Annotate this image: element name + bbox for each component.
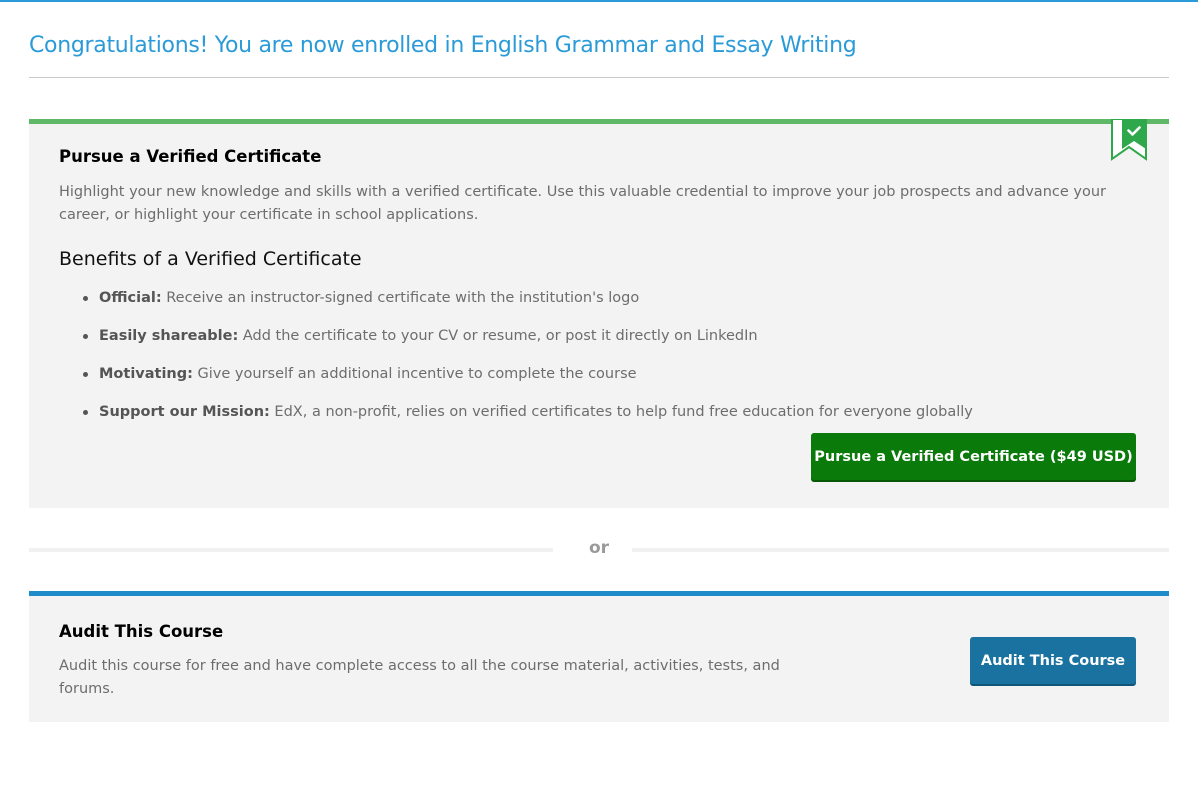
benefit-item: Official: Receive an instructor-signed c… (83, 288, 973, 326)
bullet-icon (83, 334, 88, 339)
bullet-icon (83, 372, 88, 377)
audit-course-panel: Audit This Course Audit this course for … (29, 591, 1169, 722)
audit-title: Audit This Course (59, 622, 224, 641)
benefit-text: Add the certificate to your CV or resume… (238, 328, 758, 344)
verified-certificate-panel: Pursue a Verified Certificate Highlight … (29, 118, 1169, 508)
benefits-title: Benefits of a Verified Certificate (59, 248, 362, 270)
verified-description: Highlight your new knowledge and skills … (59, 184, 1106, 223)
benefit-text: Give yourself an additional incentive to… (192, 366, 637, 382)
benefit-name: Easily shareable: (99, 328, 239, 344)
bullet-icon (83, 296, 88, 301)
bullet-icon (83, 410, 88, 415)
benefit-text: EdX, a non-profit, relies on verified ce… (269, 404, 973, 420)
page-title: Congratulations! You are now enrolled in… (29, 33, 857, 58)
or-divider: or (29, 538, 1169, 562)
benefit-item: Easily shareable: Add the certificate to… (83, 326, 973, 364)
benefits-list: Official: Receive an instructor-signed c… (83, 288, 973, 440)
benefit-name: Motivating: (99, 366, 193, 382)
bookmark-check-icon (1111, 118, 1147, 161)
verified-title: Pursue a Verified Certificate (59, 147, 322, 166)
benefit-name: Support our Mission: (99, 404, 270, 420)
benefit-name: Official: (99, 290, 162, 306)
pursue-verified-certificate-button[interactable]: Pursue a Verified Certificate ($49 USD) (811, 433, 1136, 480)
benefit-item: Motivating: Give yourself an additional … (83, 364, 973, 402)
audit-course-button[interactable]: Audit This Course (970, 637, 1136, 684)
benefit-text: Receive an instructor-signed certificate… (161, 290, 640, 306)
divider-label: or (588, 538, 610, 558)
audit-description: Audit this course for free and have comp… (59, 658, 780, 697)
page-header: Congratulations! You are now enrolled in… (29, 2, 1169, 78)
